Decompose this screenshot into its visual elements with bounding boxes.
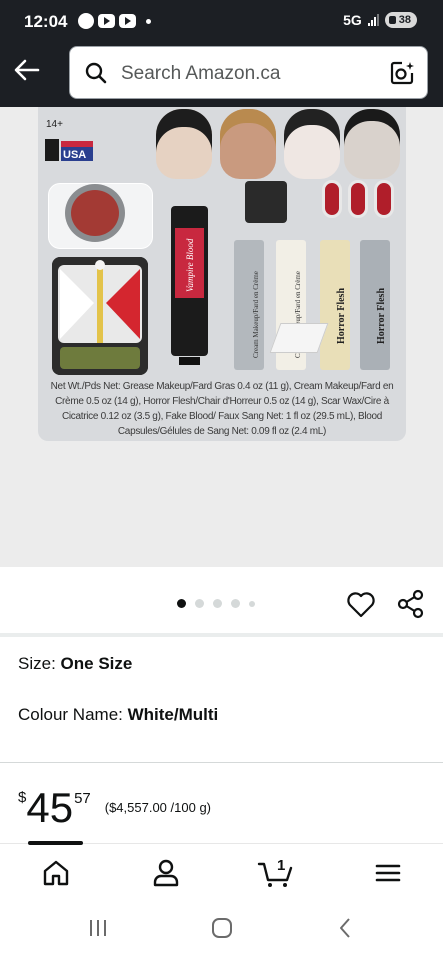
battery-indicator: 38 (384, 12, 417, 28)
arrow-left-icon (14, 59, 40, 81)
camera-lens-icon[interactable] (389, 60, 415, 86)
search-icon (85, 62, 107, 84)
signal-icon (367, 14, 379, 26)
carousel-dot[interactable] (249, 600, 255, 607)
face-vampire (284, 109, 340, 179)
blood-capsule (374, 180, 394, 218)
blood-capsule (348, 180, 368, 218)
notification-icons (78, 13, 151, 29)
model-faces-image (148, 107, 406, 179)
system-back-icon[interactable] (334, 916, 358, 940)
cart-icon[interactable] (257, 858, 295, 888)
vampire-blood-tube: Vampire Blood (171, 206, 208, 356)
size-value: One Size (60, 654, 133, 673)
scar-wax-pot (65, 184, 125, 242)
colour-value: White/Multi (127, 705, 219, 724)
section-divider (0, 633, 443, 637)
face-zombie (220, 109, 276, 179)
carousel-dot[interactable] (213, 599, 222, 608)
carousel-dot[interactable] (177, 599, 186, 608)
unit-price: ($4,557.00 /100 g) (104, 800, 211, 815)
youtube-icon (119, 14, 136, 28)
home-button-icon[interactable] (210, 916, 234, 940)
search-input[interactable]: Search Amazon.ca (121, 63, 280, 85)
menu-icon[interactable] (373, 858, 403, 888)
price-block: $ 45 57 ($4,557.00 /100 g) (18, 786, 211, 830)
active-tab-indicator (28, 841, 83, 845)
carousel-dot[interactable] (195, 599, 204, 608)
size-selector[interactable]: Size: One Size (18, 654, 132, 674)
product-image[interactable]: 14+ USA Vampire Blood Cream Makeup/Fard … (38, 107, 406, 441)
face-skull (344, 109, 400, 179)
age-rating: 14+ (46, 119, 63, 130)
heart-icon[interactable] (346, 591, 376, 619)
back-button[interactable] (12, 56, 42, 84)
status-right: 5G 38 (343, 12, 417, 28)
top-bar: 12:04 5G 38 Search Amazon.ca (0, 0, 443, 107)
price-cents: 57 (74, 790, 91, 807)
home-icon[interactable] (41, 858, 71, 888)
carousel-dot[interactable] (231, 599, 240, 608)
account-icon[interactable] (151, 858, 181, 888)
price-currency: $ (18, 789, 27, 806)
face-joker (156, 109, 212, 179)
youtube-icon (98, 14, 115, 28)
network-type: 5G (343, 12, 362, 28)
svg-text:Horror Flesh: Horror Flesh (376, 288, 387, 344)
recent-apps-icon[interactable] (86, 916, 110, 940)
svg-text:USA: USA (63, 149, 86, 161)
svg-text:Vampire Blood: Vampire Blood (185, 238, 195, 292)
grease-palette (52, 257, 148, 375)
system-navigation (0, 898, 443, 960)
more-notifications-dot (146, 18, 151, 24)
colour-label: Colour Name: (18, 705, 128, 724)
carousel-dots[interactable] (177, 599, 255, 608)
makeup-sponge (245, 181, 287, 223)
bottom-navigation: 1 (0, 841, 443, 898)
status-time: 12:04 (24, 12, 68, 31)
whatsapp-icon (78, 13, 94, 29)
colour-selector[interactable]: Colour Name: White/Multi (18, 705, 218, 725)
search-bar[interactable]: Search Amazon.ca (69, 46, 428, 99)
size-label: Size: (18, 654, 61, 673)
blood-capsule (322, 180, 342, 218)
made-in-usa-badge: USA (45, 139, 93, 161)
share-icon[interactable] (397, 589, 425, 619)
image-controls (0, 567, 443, 633)
net-contents-text: Net Wt./Pds Net: Grease Makeup/Fard Gras… (50, 381, 394, 437)
cart-count-badge: 1 (277, 857, 286, 874)
price-dollars: 45 (26, 784, 74, 831)
svg-text:Horror Flesh: Horror Flesh (336, 288, 347, 344)
svg-text:Cream Makeup/Fard en Crème: Cream Makeup/Fard en Crème (252, 271, 260, 358)
product-image-area[interactable]: 14+ USA Vampire Blood Cream Makeup/Fard … (0, 107, 443, 567)
tube-cap (179, 357, 200, 365)
divider (0, 762, 443, 763)
